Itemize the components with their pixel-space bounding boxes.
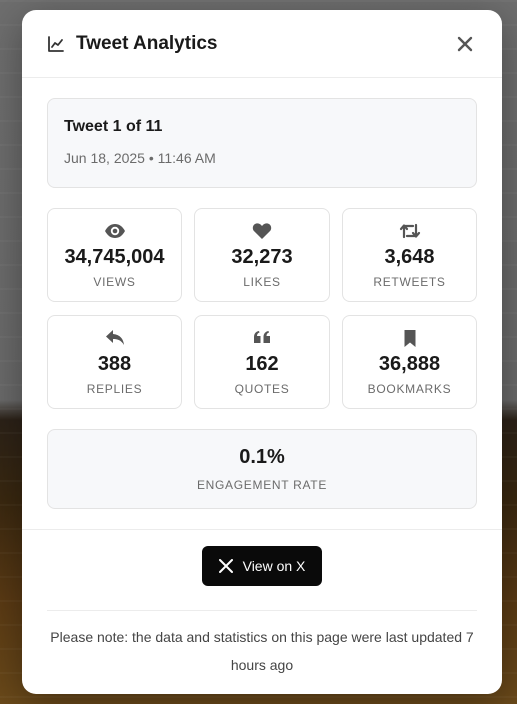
stats-grid: 34,745,004 VIEWS 32,273 LIKES 3,648 RETW…: [47, 208, 477, 409]
stat-quotes: 162 QUOTES: [194, 315, 330, 409]
last-updated-note: Please note: the data and statistics on …: [50, 629, 474, 673]
stat-value: 3,648: [384, 246, 435, 268]
engagement-rate-card: 0.1% ENGAGEMENT RATE: [47, 429, 477, 509]
view-on-x-label: View on X: [242, 558, 306, 574]
heart-icon: [252, 222, 272, 240]
close-icon[interactable]: [453, 32, 477, 56]
modal-body: Tweet 1 of 11 Jun 18, 2025 • 11:46 AM 34…: [22, 78, 502, 509]
engagement-value: 0.1%: [239, 446, 285, 468]
stat-label: LIKES: [243, 275, 281, 289]
quote-icon: [253, 329, 271, 347]
stat-label: RETWEETS: [373, 275, 446, 289]
engagement-label: ENGAGEMENT RATE: [196, 478, 328, 492]
retweet-icon: [399, 222, 421, 240]
tweet-date: Jun 18, 2025 • 11:46 AM: [64, 150, 216, 166]
tweet-info-card: Tweet 1 of 11 Jun 18, 2025 • 11:46 AM: [47, 98, 477, 188]
stat-label: QUOTES: [234, 382, 290, 396]
stat-value: 162: [245, 353, 279, 375]
modal-header: Tweet Analytics: [22, 10, 502, 78]
tweet-analytics-modal: Tweet Analytics Tweet 1 of 11 Jun 18, 20…: [22, 10, 502, 694]
modal-title: Tweet Analytics: [76, 32, 218, 54]
stat-label: VIEWS: [93, 275, 136, 289]
stat-label: BOOKMARKS: [367, 382, 452, 396]
stat-replies: 388 REPLIES: [47, 315, 182, 409]
stat-value: 34,745,004: [64, 246, 165, 268]
stat-value: 32,273: [231, 246, 293, 268]
modal-actions: View on X: [22, 530, 502, 586]
stat-views: 34,745,004 VIEWS: [47, 208, 182, 302]
reply-icon: [105, 329, 125, 347]
tweet-title: Tweet 1 of 11: [64, 118, 163, 135]
stat-retweets: 3,648 RETWEETS: [342, 208, 477, 302]
chart-line-icon: [47, 35, 65, 53]
stat-label: REPLIES: [86, 382, 143, 396]
eye-icon: [104, 222, 126, 240]
x-logo-icon: [218, 559, 233, 573]
stat-likes: 32,273 LIKES: [194, 208, 330, 302]
bookmark-icon: [403, 329, 417, 347]
view-on-x-button[interactable]: View on X: [202, 546, 322, 586]
stat-bookmarks: 36,888 BOOKMARKS: [342, 315, 477, 409]
stat-value: 388: [97, 353, 132, 375]
stat-value: 36,888: [378, 353, 441, 375]
